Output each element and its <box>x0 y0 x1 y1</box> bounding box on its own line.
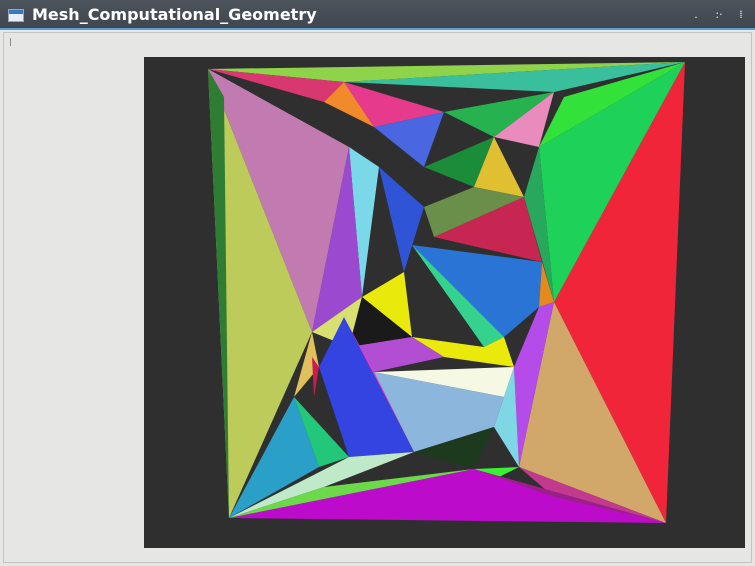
text-caret <box>10 38 11 46</box>
close-button[interactable]: ⁞ <box>733 7 749 23</box>
title-bar: Mesh_Computational_Geometry . :· ⁞ <box>0 0 755 30</box>
mesh-viewport[interactable] <box>144 57 745 548</box>
window-title: Mesh_Computational_Geometry <box>32 5 317 24</box>
window-icon <box>8 9 24 22</box>
minimize-button[interactable]: . <box>688 7 704 23</box>
maximize-button[interactable]: :· <box>711 7 727 23</box>
mesh-face <box>379 167 424 272</box>
mesh-render <box>208 62 685 523</box>
